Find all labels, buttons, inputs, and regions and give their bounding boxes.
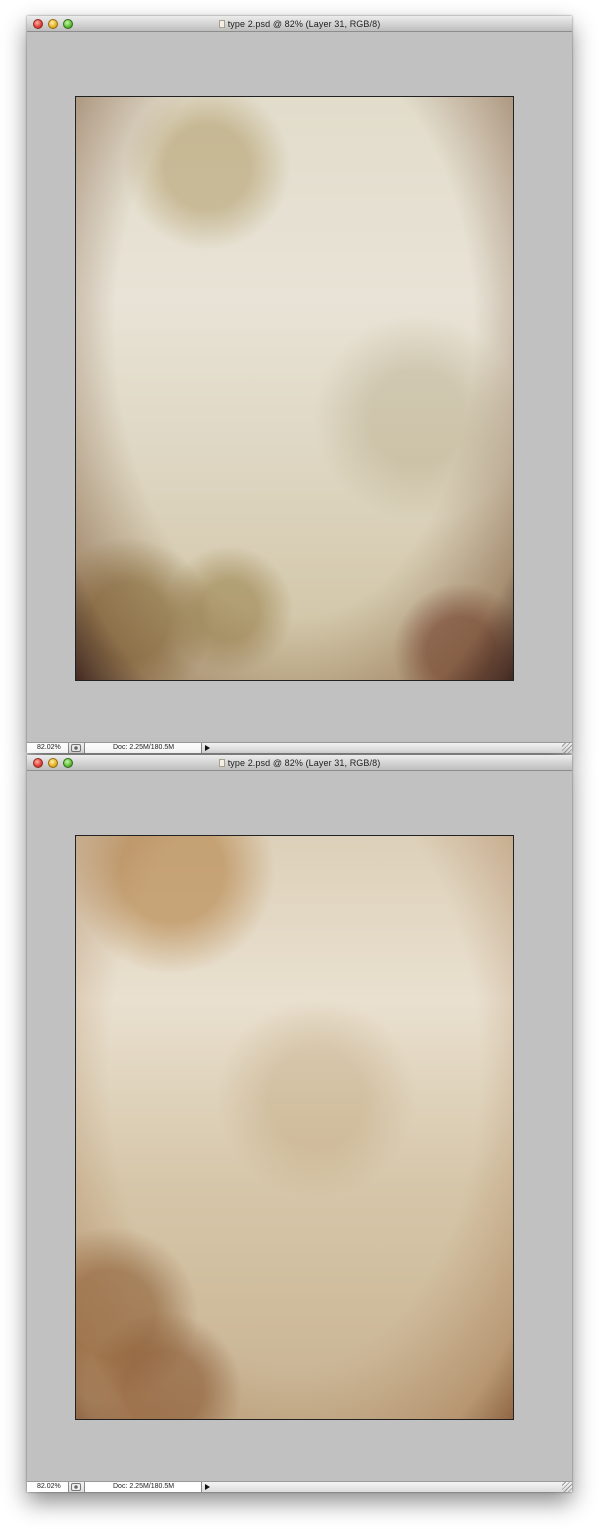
status-info-icon[interactable]	[71, 744, 81, 752]
document-size-info: Doc: 2.25M/180.5M	[84, 743, 202, 753]
resize-grip-icon[interactable]	[562, 743, 572, 753]
grunge-paper-texture-canvas[interactable]	[75, 96, 514, 681]
photoshop-document-window: type 2.psd @ 82% (Layer 31, RGB/8) 82.02…	[27, 755, 572, 1492]
status-bar: 82.02% Doc: 2.25M/180.5M	[27, 1481, 572, 1492]
zoom-level-field[interactable]: 82.02%	[27, 743, 69, 753]
canvas-area[interactable]	[27, 771, 572, 1481]
window-title: type 2.psd @ 82% (Layer 31, RGB/8)	[227, 18, 381, 29]
status-menu-arrow-icon[interactable]	[205, 1484, 210, 1490]
photoshop-document-window: type 2.psd @ 82% (Layer 31, RGB/8) 82.02…	[27, 16, 572, 753]
zoom-level-field[interactable]: 82.02%	[27, 1482, 69, 1492]
document-size-info: Doc: 2.25M/180.5M	[84, 1482, 202, 1492]
document-proxy-icon[interactable]	[218, 19, 225, 28]
resize-grip-icon[interactable]	[562, 1482, 572, 1492]
status-bar: 82.02% Doc: 2.25M/180.5M	[27, 742, 572, 753]
window-title: type 2.psd @ 82% (Layer 31, RGB/8)	[227, 757, 381, 768]
title-bar[interactable]: type 2.psd @ 82% (Layer 31, RGB/8)	[27, 755, 572, 771]
title-bar[interactable]: type 2.psd @ 82% (Layer 31, RGB/8)	[27, 16, 572, 32]
document-proxy-icon[interactable]	[218, 758, 225, 767]
grunge-paper-texture-canvas[interactable]	[75, 835, 514, 1420]
canvas-area[interactable]	[27, 32, 572, 742]
status-info-icon[interactable]	[71, 1483, 81, 1491]
status-menu-arrow-icon[interactable]	[205, 745, 210, 751]
